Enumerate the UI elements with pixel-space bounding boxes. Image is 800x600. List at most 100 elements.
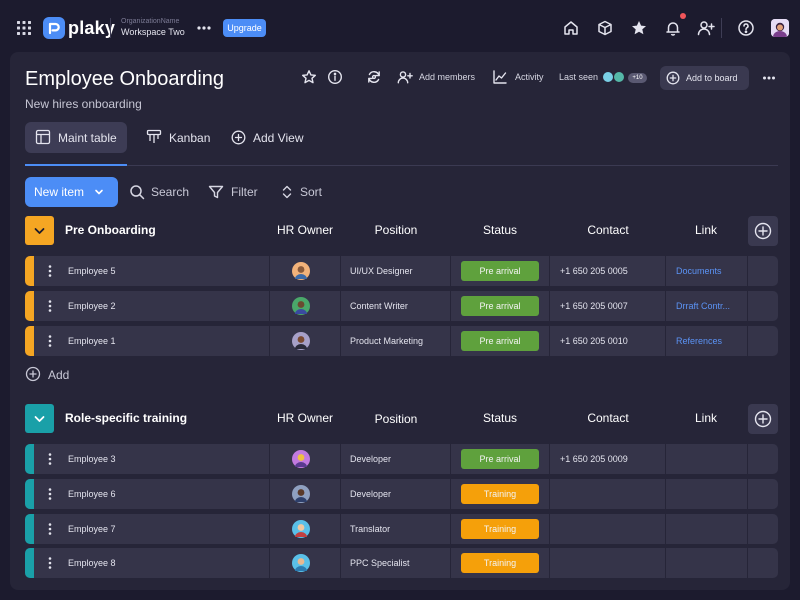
- table-row[interactable]: Employee 5 UI/UX Designer Pre arrival +1…: [25, 256, 778, 286]
- group-collapse-toggle[interactable]: [25, 404, 54, 433]
- hr-owner-avatar[interactable]: [292, 262, 310, 280]
- kanban-icon[interactable]: [146, 129, 162, 145]
- column-header-status[interactable]: Status: [451, 411, 549, 425]
- table-row[interactable]: Employee 8 PPC Specialist Training: [25, 548, 778, 578]
- status-badge[interactable]: Pre arrival: [461, 331, 539, 351]
- board-more-icon[interactable]: [761, 70, 777, 86]
- group-name[interactable]: Role-specific training: [65, 411, 187, 425]
- table-row[interactable]: Employee 7 Translator Training: [25, 514, 778, 544]
- row-menu-icon[interactable]: [45, 298, 55, 314]
- table-row[interactable]: Employee 2 Content Writer Pre arrival +1…: [25, 291, 778, 321]
- row-menu-icon[interactable]: [45, 451, 55, 467]
- group-collapse-toggle[interactable]: [25, 216, 54, 245]
- star-icon[interactable]: [630, 19, 648, 37]
- row-position[interactable]: Content Writer: [350, 300, 408, 312]
- plaky-logo-icon[interactable]: [43, 17, 65, 39]
- add-members-button[interactable]: Add members: [419, 72, 475, 83]
- add-user-icon[interactable]: [697, 19, 715, 37]
- row-position[interactable]: Translator: [350, 523, 390, 535]
- filter-icon[interactable]: [208, 184, 224, 200]
- hr-owner-avatar[interactable]: [292, 485, 310, 503]
- chevron-down-icon[interactable]: [93, 186, 105, 198]
- column-header-contact[interactable]: Contact: [550, 411, 666, 425]
- activity-button[interactable]: Activity: [515, 72, 544, 83]
- table-row[interactable]: Employee 1 Product Marketing Pre arrival…: [25, 326, 778, 356]
- row-item-name[interactable]: Employee 3: [68, 453, 116, 465]
- status-badge[interactable]: Pre arrival: [461, 296, 539, 316]
- row-contact[interactable]: +1 650 205 0005: [560, 265, 628, 277]
- row-link[interactable]: Drraft Contr...: [676, 300, 736, 312]
- table-row[interactable]: Employee 6 Developer Training: [25, 479, 778, 509]
- search-icon[interactable]: [129, 184, 145, 200]
- hr-owner-avatar[interactable]: [292, 554, 310, 572]
- column-header-position[interactable]: Position: [351, 412, 441, 426]
- workspace-more-icon[interactable]: [195, 20, 213, 36]
- sort-icon[interactable]: [279, 184, 295, 200]
- bell-icon[interactable]: [664, 19, 682, 37]
- row-item-name[interactable]: Employee 5: [68, 265, 116, 277]
- tab-kanban[interactable]: Kanban: [169, 131, 210, 145]
- column-header-hr-owner[interactable]: HR Owner: [270, 411, 340, 425]
- hr-owner-avatar[interactable]: [292, 332, 310, 350]
- row-menu-icon[interactable]: [45, 263, 55, 279]
- hr-owner-avatar[interactable]: [292, 297, 310, 315]
- add-column-button[interactable]: [748, 404, 778, 434]
- row-position[interactable]: UI/UX Designer: [350, 265, 413, 277]
- row-menu-icon[interactable]: [45, 521, 55, 537]
- favorite-star-icon[interactable]: [301, 69, 317, 85]
- box-icon[interactable]: [596, 19, 614, 37]
- add-item-button[interactable]: Add: [48, 368, 69, 382]
- row-item-name[interactable]: Employee 6: [68, 488, 116, 500]
- home-icon[interactable]: [562, 19, 580, 37]
- workspace-name[interactable]: Workspace Two: [121, 27, 185, 38]
- hr-owner-avatar[interactable]: [292, 450, 310, 468]
- column-header-link[interactable]: Link: [666, 411, 746, 425]
- row-position[interactable]: PPC Specialist: [350, 557, 410, 569]
- search-button[interactable]: Search: [151, 185, 189, 199]
- status-badge[interactable]: Training: [461, 484, 539, 504]
- column-header-position[interactable]: Position: [351, 223, 441, 237]
- row-item-name[interactable]: Employee 8: [68, 557, 116, 569]
- column-header-contact[interactable]: Contact: [550, 223, 666, 237]
- sort-button[interactable]: Sort: [300, 185, 322, 199]
- filter-button[interactable]: Filter: [231, 185, 258, 199]
- status-badge[interactable]: Training: [461, 519, 539, 539]
- row-menu-icon[interactable]: [45, 486, 55, 502]
- upgrade-button[interactable]: Upgrade: [223, 19, 266, 37]
- apps-grid-icon[interactable]: [17, 21, 31, 35]
- column-header-link[interactable]: Link: [666, 223, 746, 237]
- tab-add-view[interactable]: Add View: [253, 131, 303, 145]
- row-menu-icon[interactable]: [45, 555, 55, 571]
- group-name[interactable]: Pre Onboarding: [65, 223, 156, 237]
- row-link[interactable]: Documents: [676, 265, 736, 277]
- row-item-name[interactable]: Employee 2: [68, 300, 116, 312]
- sync-icon[interactable]: [366, 69, 382, 85]
- status-badge[interactable]: Pre arrival: [461, 449, 539, 469]
- table-row[interactable]: Employee 3 Developer Pre arrival +1 650 …: [25, 444, 778, 474]
- row-item-name[interactable]: Employee 7: [68, 523, 116, 535]
- row-position[interactable]: Product Marketing: [350, 335, 423, 347]
- help-icon[interactable]: [737, 19, 755, 37]
- row-contact[interactable]: +1 650 205 0007: [560, 300, 628, 312]
- info-icon[interactable]: [327, 69, 343, 85]
- last-seen-more-badge[interactable]: +10: [628, 73, 647, 83]
- activity-icon[interactable]: [492, 69, 508, 85]
- add-column-button[interactable]: [748, 216, 778, 246]
- row-contact[interactable]: +1 650 205 0009: [560, 453, 628, 465]
- row-link[interactable]: References: [676, 335, 736, 347]
- status-badge[interactable]: Pre arrival: [461, 261, 539, 281]
- row-position[interactable]: Developer: [350, 453, 391, 465]
- column-header-hr-owner[interactable]: HR Owner: [270, 223, 340, 237]
- status-badge[interactable]: Training: [461, 553, 539, 573]
- row-item-name[interactable]: Employee 1: [68, 335, 116, 347]
- last-seen-avatar[interactable]: [613, 71, 625, 83]
- add-view-plus-icon[interactable]: [231, 130, 246, 145]
- hr-owner-avatar[interactable]: [292, 520, 310, 538]
- add-members-icon[interactable]: [397, 69, 413, 85]
- add-row-plus-icon[interactable]: [25, 366, 41, 382]
- column-header-status[interactable]: Status: [451, 223, 549, 237]
- user-avatar[interactable]: [771, 19, 789, 37]
- row-contact[interactable]: +1 650 205 0010: [560, 335, 628, 347]
- board-description[interactable]: New hires onboarding: [25, 97, 142, 112]
- row-menu-icon[interactable]: [45, 333, 55, 349]
